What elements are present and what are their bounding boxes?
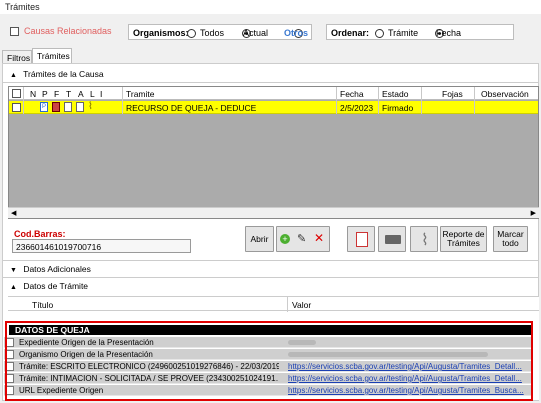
cell-estado: Firmado xyxy=(382,103,414,113)
cell-fecha: 2/5/2023 xyxy=(340,103,374,113)
col-l: L xyxy=(90,89,95,99)
window-title: Trámites xyxy=(5,2,40,12)
cell-tramite: RECURSO DE QUEJA - DEDUCE xyxy=(126,103,257,113)
marcar-todo-button[interactable]: Marcar todo xyxy=(493,226,528,252)
col-fecha[interactable]: Fecha xyxy=(340,89,364,99)
datos-grid-header: Título Valor xyxy=(8,296,539,312)
causas-relacionadas-checkbox[interactable] xyxy=(10,27,19,36)
col-valor[interactable]: Valor xyxy=(292,300,311,310)
ordenar-label: Ordenar: xyxy=(331,28,370,38)
col-t: T xyxy=(66,89,72,99)
edit-icon[interactable]: ✎ xyxy=(297,232,306,245)
horizontal-scrollbar[interactable]: ◀ ▶ xyxy=(8,207,539,218)
col-observacion[interactable]: Observación xyxy=(481,89,529,99)
highlight-box xyxy=(5,321,533,401)
divider xyxy=(2,82,539,83)
order-fecha-label[interactable]: Fecha xyxy=(436,28,461,38)
org-otros-label[interactable]: Otros xyxy=(284,28,308,38)
barcode-field[interactable]: 236601461019700716 xyxy=(12,239,191,253)
select-all-checkbox[interactable] xyxy=(12,89,21,98)
printer-icon xyxy=(385,235,401,244)
col-estado[interactable]: Estado xyxy=(382,89,408,99)
tramites-section-header[interactable]: ▲ Trámites de la Causa xyxy=(10,69,104,83)
org-todos-label[interactable]: Todos xyxy=(200,28,224,38)
pdf-button[interactable] xyxy=(347,226,375,252)
reporte-tramites-button[interactable]: Reporte de Trámites xyxy=(440,226,487,252)
tab-filtros[interactable]: Filtros xyxy=(2,50,32,64)
col-a: A xyxy=(78,89,84,99)
paperclip-icon[interactable]: ⌇ xyxy=(88,101,93,112)
col-titulo[interactable]: Título xyxy=(32,300,53,310)
org-todos-radio[interactable] xyxy=(187,29,196,39)
add-icon[interactable]: + xyxy=(280,234,290,244)
causas-relacionadas-label[interactable]: Causas Relacionadas xyxy=(24,26,112,36)
tramites-grid-header: N P F T A L I Tramite Fecha Estado Fojas… xyxy=(9,87,538,100)
firma-icon[interactable] xyxy=(52,102,60,112)
org-actual-label[interactable]: Actual xyxy=(243,28,268,38)
col-n: N xyxy=(30,89,37,99)
order-tramite-label[interactable]: Trámite xyxy=(388,28,418,38)
print-button[interactable] xyxy=(378,226,406,252)
divider xyxy=(2,277,539,278)
tramites-grid[interactable]: N P F T A L I Tramite Fecha Estado Fojas… xyxy=(8,86,539,219)
chevron-down-icon: ▼ xyxy=(10,267,17,274)
document-icon[interactable] xyxy=(64,102,72,112)
attach-button[interactable]: ⌇ xyxy=(410,226,438,252)
col-f: F xyxy=(54,89,60,99)
col-fojas[interactable]: Fojas xyxy=(442,89,463,99)
table-row[interactable]: P ⌇ RECURSO DE QUEJA - DEDUCE 2/5/2023 F… xyxy=(9,101,538,114)
scroll-right-icon[interactable]: ▶ xyxy=(531,209,536,217)
ordenar-group: Ordenar: Trámite Fecha xyxy=(326,24,514,40)
scroll-left-icon[interactable]: ◀ xyxy=(11,209,16,217)
datos-tramite-header[interactable]: ▲ Datos de Trámite xyxy=(10,281,88,295)
col-i: I xyxy=(100,89,103,99)
organismos-label: Organismos: xyxy=(133,28,189,38)
barcode-label: Cod.Barras: xyxy=(14,229,66,239)
delete-icon[interactable]: ✕ xyxy=(314,231,324,245)
row-checkbox[interactable] xyxy=(12,103,21,112)
attachment-doc-icon[interactable] xyxy=(76,102,84,112)
paperclip-icon: ⌇ xyxy=(421,232,429,249)
organismos-group: Organismos: Todos Actual Otros xyxy=(128,24,312,40)
chevron-up-icon: ▲ xyxy=(10,284,17,291)
order-tramite-radio[interactable] xyxy=(375,29,384,39)
tramites-section-title: Trámites de la Causa xyxy=(23,69,104,79)
title-bar: Trámites xyxy=(0,0,541,14)
chevron-up-icon: ▲ xyxy=(10,72,17,79)
datos-adicionales-header[interactable]: ▼ Datos Adicionales xyxy=(10,264,91,278)
tab-tramites[interactable]: Trámites xyxy=(32,48,72,64)
divider xyxy=(2,260,539,261)
p-document-icon[interactable]: P xyxy=(40,102,48,112)
col-p: P xyxy=(42,89,48,99)
pdf-icon xyxy=(356,232,368,247)
abrir-button[interactable]: Abrir xyxy=(245,226,274,252)
edit-actions-group: + ✎ ✕ xyxy=(276,226,330,252)
datos-adicionales-title: Datos Adicionales xyxy=(23,264,91,274)
datos-tramite-title: Datos de Trámite xyxy=(23,281,89,291)
col-tramite[interactable]: Tramite xyxy=(126,89,155,99)
